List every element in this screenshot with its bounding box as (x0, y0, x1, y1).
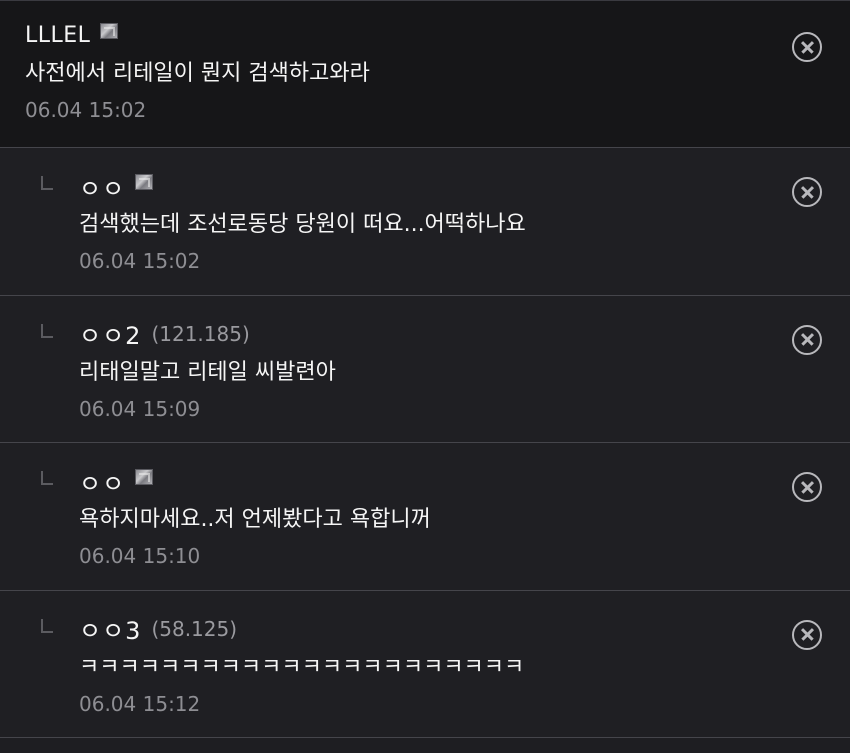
comment-timestamp: 06.04 15:09 (79, 396, 201, 421)
close-circle-icon[interactable] (792, 324, 822, 355)
reply-arrow-icon (41, 471, 53, 485)
close-circle-icon[interactable] (792, 472, 822, 502)
comment-header: ㅇㅇ3 (58.125) (79, 611, 850, 646)
comment-list: LLLEL 사전에서 리테일이 뭔지 검색하고와라 06.04 15:02 ㅇㅇ… (0, 0, 850, 753)
comment-ip: (121.185) (151, 321, 250, 346)
comment-item: LLLEL 사전에서 리테일이 뭔지 검색하고와라 06.04 15:02 (0, 1, 850, 148)
reply-arrow-icon (41, 618, 53, 633)
comment-nickname[interactable]: ㅇㅇ (79, 169, 125, 204)
fixed-nickname-icon (135, 174, 154, 190)
close-circle-icon[interactable] (792, 177, 822, 207)
comment-timestamp: 06.04 15:02 (79, 249, 201, 273)
fixed-nickname-icon (135, 469, 154, 485)
reply-item: ㅇㅇ 검색했는데 조선로동당 당원이 떠요...어떡하나요 06.04 15:0… (0, 148, 850, 296)
comment-header: LLLEL (25, 19, 850, 51)
comment-text: 검색했는데 조선로동당 당원이 떠요...어떡하나요 (79, 212, 526, 237)
comment-header: ㅇㅇ (79, 169, 850, 204)
reply-item: ㅇㅇ3 (58.125) ㅋㅋㅋㅋㅋㅋㅋㅋㅋㅋㅋㅋㅋㅋㅋㅋㅋㅋㅋㅋㅋㅋ 06.0… (0, 590, 850, 738)
comment-text: 욕하지마세요..저 언제봤다고 욕합니꺼 (79, 507, 431, 532)
reply-arrow-icon (41, 176, 53, 190)
close-circle-icon[interactable] (792, 619, 822, 650)
close-circle-icon[interactable] (792, 32, 822, 62)
comment-text: 사전에서 리테일이 뭔지 검색하고와라 (25, 61, 370, 86)
fixed-nickname-icon (100, 23, 119, 39)
reply-item: ㅇㅇ 욕하지마세요..저 언제봤다고 욕합니꺼 06.04 15:10 (0, 443, 850, 591)
comment-header: ㅇㅇ (79, 464, 850, 499)
comment-nickname[interactable]: LLLEL (25, 23, 90, 48)
comment-timestamp: 06.04 15:10 (79, 544, 201, 568)
comment-header: ㅇㅇ2 (121.185) (79, 316, 850, 351)
comment-text: ㅋㅋㅋㅋㅋㅋㅋㅋㅋㅋㅋㅋㅋㅋㅋㅋㅋㅋㅋㅋㅋㅋ (79, 654, 525, 680)
comment-text: 리태일말고 리테일 씨발련아 (79, 359, 336, 385)
comment-timestamp: 06.04 15:02 (25, 98, 147, 122)
comment-ip: (58.125) (151, 616, 238, 641)
comment-nickname[interactable]: ㅇㅇ2 (79, 316, 141, 351)
comment-timestamp: 06.04 15:12 (79, 691, 201, 716)
reply-arrow-icon (41, 323, 53, 338)
reply-item: ㅇㅇ2 (121.185) 리태일말고 리테일 씨발련아 06.04 15:09 (0, 295, 850, 443)
comment-nickname[interactable]: ㅇㅇ (79, 464, 125, 499)
comment-nickname[interactable]: ㅇㅇ3 (79, 611, 141, 646)
